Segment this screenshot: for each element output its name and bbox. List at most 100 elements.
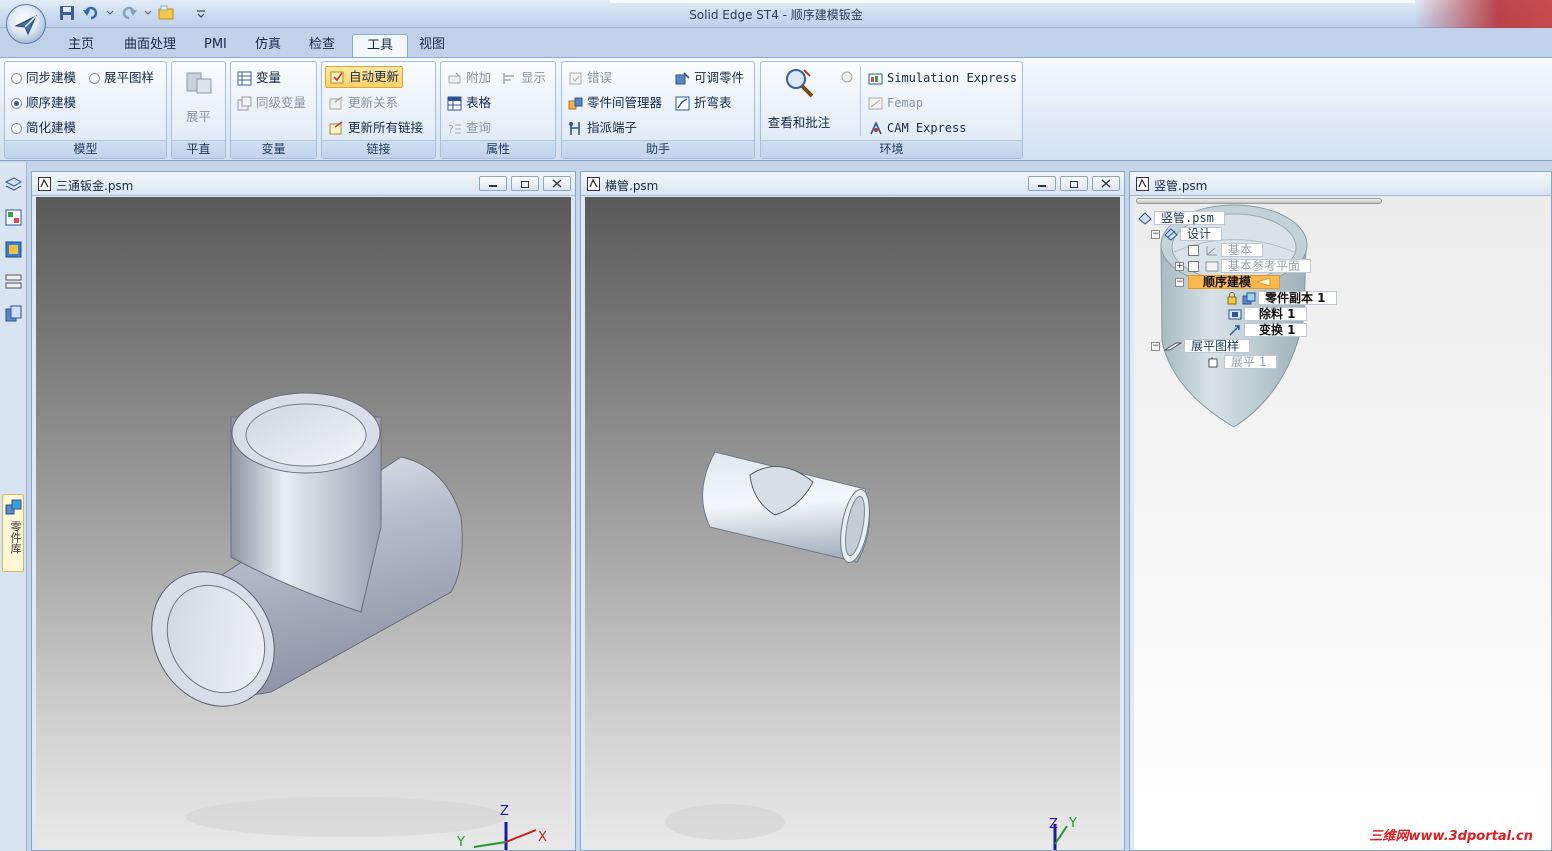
attach-button[interactable]: 附加: [446, 67, 491, 89]
simulation-express-button[interactable]: Simulation Express: [867, 67, 1017, 89]
tree-node-base-planes[interactable]: + 基本参考平面: [1175, 259, 1312, 273]
adjustable-part-button[interactable]: 可调零件: [674, 67, 744, 89]
tab-inspect[interactable]: 检查: [295, 34, 349, 58]
group-properties: 附加 显示 表格 ? 查询 属性: [440, 61, 556, 159]
collapse-icon[interactable]: −: [1151, 229, 1160, 239]
layers-icon[interactable]: [4, 176, 23, 195]
parts-library-icon[interactable]: [4, 304, 23, 323]
sheet-metal-doc-icon: [587, 177, 600, 191]
ordered-modeling-radio[interactable]: 顺序建模: [11, 92, 76, 114]
bend-table-label: 折弯表: [694, 95, 732, 110]
tree-flatten-label: 展平 1: [1224, 355, 1278, 369]
simplify-modeling-radio[interactable]: 简化建模: [11, 117, 76, 139]
display-button[interactable]: 显示: [501, 67, 546, 89]
minimize-button[interactable]: [1028, 176, 1056, 191]
radio-selected-icon: [11, 97, 22, 109]
tree-node-base[interactable]: 基本: [1188, 243, 1264, 257]
tree-node-root[interactable]: 竖管.psm: [1138, 211, 1225, 225]
variables-label: 变量: [256, 70, 282, 85]
inter-variable-icon: [236, 95, 252, 111]
environment-separator: [860, 66, 861, 136]
pathfinder-and-viewport[interactable]: 竖管.psm − 设计 基本 + 基本参考平面 − 顺序建模 零件副本 1 除料…: [1134, 197, 1551, 850]
simulation-express-label: Simulation Express: [887, 71, 1018, 85]
restore-button[interactable]: [511, 176, 539, 191]
axis-z-label: Z: [500, 804, 509, 819]
watermark-text: 三维网www.3dportal.cn: [1369, 829, 1533, 844]
axis-y-label: Y: [457, 835, 465, 850]
feature-library-icon[interactable]: [4, 208, 23, 227]
group-variables-label: 变量: [231, 140, 316, 158]
auto-update-button[interactable]: 自动更新: [325, 66, 404, 88]
unfold-label: 展平: [185, 109, 211, 124]
tab-part-library[interactable]: 零件库: [2, 494, 24, 572]
variables-button[interactable]: 变量: [236, 67, 281, 89]
close-button[interactable]: [1092, 176, 1120, 191]
cam-express-button[interactable]: CAM Express: [867, 117, 966, 139]
pathfinder-scrollbar[interactable]: [1136, 198, 1382, 204]
horizontal-pipe-model-render: [665, 451, 870, 840]
tree-node-transform[interactable]: 变换 1: [1228, 323, 1307, 337]
radio-icon: [11, 122, 22, 134]
review-annotate-button[interactable]: 查看和批注: [763, 66, 835, 131]
tree-node-design[interactable]: − 设计: [1151, 227, 1223, 241]
tab-tools[interactable]: 工具: [352, 34, 409, 58]
flat-pattern-radio[interactable]: 展平图样: [89, 67, 154, 89]
cam-express-label: CAM Express: [887, 121, 967, 135]
errors-button[interactable]: 错误: [567, 67, 612, 89]
tree-root-label: 竖管.psm: [1154, 211, 1225, 225]
table-button[interactable]: 表格: [446, 92, 491, 114]
simplify-modeling-label: 简化建模: [26, 120, 77, 135]
family-of-parts-icon[interactable]: [4, 272, 23, 291]
close-icon: [1101, 179, 1111, 188]
update-all-links-button[interactable]: 更新所有链接: [328, 117, 423, 139]
tree-node-cutout[interactable]: 除料 1: [1228, 307, 1307, 321]
visibility-checkbox[interactable]: [1188, 260, 1199, 272]
collapse-icon[interactable]: −: [1175, 277, 1184, 287]
group-variables: 变量 同级变量 变量: [230, 61, 317, 159]
sync-modeling-radio[interactable]: 同步建模: [11, 67, 76, 89]
application-button[interactable]: [6, 4, 46, 44]
cutout-icon: [1228, 308, 1242, 321]
flatten-icon: [1208, 356, 1222, 369]
table-label: 表格: [466, 95, 492, 110]
part-manager-button[interactable]: 零件间管理器: [567, 92, 662, 114]
tab-home[interactable]: 主页: [54, 34, 108, 58]
bend-table-button[interactable]: 折弯表: [674, 92, 732, 114]
expand-icon[interactable]: +: [1175, 261, 1184, 271]
close-button[interactable]: [543, 176, 571, 191]
restore-button[interactable]: [1060, 176, 1088, 191]
collapse-icon[interactable]: −: [1151, 341, 1160, 351]
assign-terminal-button[interactable]: 指派端子: [567, 117, 637, 139]
femap-button[interactable]: Femap: [867, 92, 923, 114]
tab-view[interactable]: 视图: [405, 34, 459, 58]
part-library-icon: [5, 499, 22, 515]
update-relations-button[interactable]: 更新关系: [328, 92, 398, 114]
part-copy-icon: [1242, 292, 1256, 305]
inter-variables-button[interactable]: 同级变量: [236, 92, 306, 114]
ribbon: 同步建模 展平图样 顺序建模 简化建模 模型 展平 平直 变量 同级变量 变量 …: [0, 57, 1552, 161]
color-palette-icon[interactable]: [4, 240, 23, 259]
tree-node-flat-pattern[interactable]: − 展平图样: [1151, 339, 1251, 353]
visibility-checkbox[interactable]: [1188, 244, 1199, 256]
graphics-viewport-tee[interactable]: Z X Y: [36, 197, 571, 850]
table-icon: [446, 95, 462, 111]
sheet-metal-doc-icon: [38, 177, 51, 191]
window-header: 横管.psm: [581, 172, 1124, 196]
lock-icon: [1226, 291, 1240, 305]
update-all-links-icon: [328, 120, 344, 136]
assign-terminal-icon: [567, 120, 583, 136]
tree-node-flatten[interactable]: 展平 1: [1208, 355, 1278, 369]
tab-simulation[interactable]: 仿真: [241, 34, 295, 58]
restore-icon: [1070, 181, 1078, 188]
tree-node-ordered[interactable]: − 顺序建模: [1175, 275, 1281, 289]
tab-pmi[interactable]: PMI: [190, 34, 241, 58]
unfold-button[interactable]: 展平: [172, 68, 225, 125]
gallery-icon[interactable]: [838, 68, 854, 84]
tab-surfacing[interactable]: 曲面处理: [110, 34, 190, 58]
graphics-viewport-horizontal-pipe[interactable]: Z Y: [585, 197, 1120, 850]
ordered-modeling-label: 顺序建模: [26, 95, 77, 110]
update-all-links-label: 更新所有链接: [348, 120, 424, 135]
query-button[interactable]: ? 查询: [446, 117, 492, 139]
minimize-button[interactable]: [479, 176, 507, 191]
tree-node-part-copy[interactable]: 零件副本 1: [1226, 291, 1337, 305]
